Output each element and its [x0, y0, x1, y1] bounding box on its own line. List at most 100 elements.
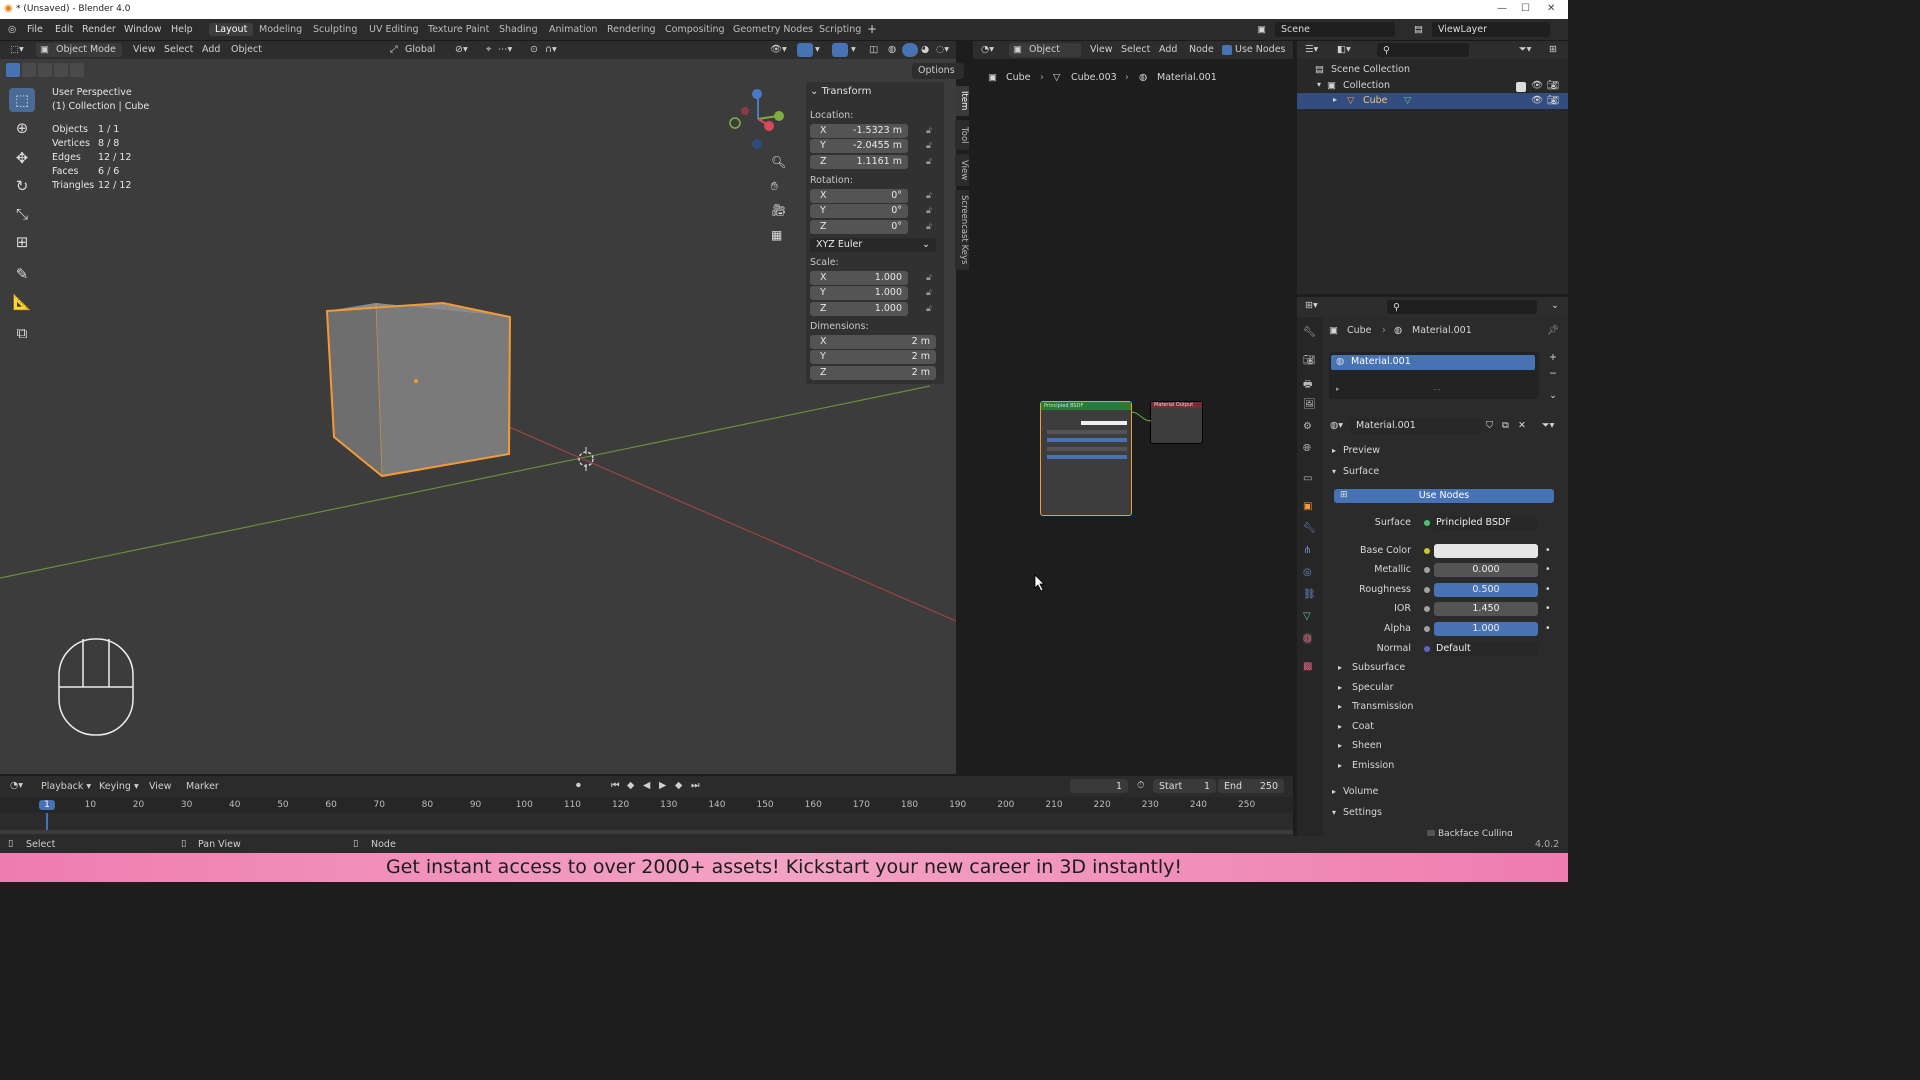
annotate-tool-icon[interactable]: ✎ — [9, 262, 35, 286]
constraints-tab-icon[interactable]: ⛓︎ — [1303, 589, 1316, 600]
subsection-sheen[interactable]: Sheen — [1352, 740, 1382, 751]
material-filter-icon[interactable]: ⏷▾ — [1542, 420, 1554, 431]
lock-icon[interactable]: 🔓︎ — [926, 206, 932, 216]
properties-type-icon[interactable]: ⊞▾ — [1305, 300, 1318, 311]
location-z-field[interactable]: Z 1.1161 m — [810, 155, 908, 169]
view-layer-icon[interactable]: ▤ — [1414, 24, 1423, 35]
viewport-menu-view[interactable]: View — [133, 44, 156, 55]
scale-x-field[interactable]: X 1.000 — [810, 271, 908, 285]
base-color-swatch[interactable] — [1434, 544, 1538, 558]
duplicate-material-icon[interactable]: ⧉ — [1502, 420, 1509, 431]
render-camera-icon[interactable]: 📷︎ — [1547, 80, 1559, 91]
pan-hand-icon[interactable]: ✋︎ — [771, 179, 778, 194]
material-output-node[interactable]: Material Output — [1150, 401, 1203, 444]
lock-icon[interactable]: 🔓︎ — [926, 191, 932, 201]
mesh-data-icon[interactable]: ▽ — [1404, 95, 1411, 106]
tab-texture-paint[interactable]: Texture Paint — [422, 23, 495, 36]
start-frame-field[interactable]: Start 1 — [1153, 779, 1216, 793]
minimize-icon[interactable]: — — [1497, 3, 1507, 14]
ior-field[interactable]: 1.450 — [1434, 602, 1538, 616]
tab-rendering[interactable]: Rendering — [601, 23, 662, 36]
object-tab-icon[interactable]: ▣ — [1303, 501, 1312, 512]
menu-help[interactable]: Help — [171, 24, 193, 35]
viewport-menu-object[interactable]: Object — [231, 44, 262, 55]
timeline-scrollbar[interactable] — [0, 830, 1293, 834]
node-editor[interactable] — [973, 41, 1293, 774]
dimensions-x-field[interactable]: X2 m — [810, 335, 936, 349]
list-expand-icon[interactable]: ▸ — [1336, 385, 1340, 393]
viewport-menu-add[interactable]: Add — [202, 44, 220, 55]
rendered-shading-icon[interactable]: ◌▾ — [936, 44, 949, 55]
browse-material-icon[interactable]: ◍▾ — [1330, 420, 1343, 431]
snap-icon[interactable]: ⌖ — [486, 44, 491, 55]
close-icon[interactable]: ✕ — [1547, 3, 1555, 14]
select-extend-icon[interactable] — [22, 63, 36, 77]
add-cube-tool-icon[interactable]: ⧉ — [9, 321, 35, 345]
particles-tab-icon[interactable]: ⋔ — [1303, 545, 1311, 556]
view-layer-field[interactable]: ViewLayer — [1432, 22, 1550, 37]
select-box-tool-icon[interactable]: ⬚ — [9, 88, 35, 112]
metallic-field[interactable]: 0.000 — [1434, 563, 1538, 577]
surface-section[interactable]: Surface — [1343, 466, 1379, 477]
lock-icon[interactable]: 🔓︎ — [926, 273, 932, 283]
menu-edit[interactable]: Edit — [55, 24, 73, 35]
orientation-label[interactable]: Global — [405, 44, 435, 55]
physics-tab-icon[interactable]: ◎ — [1303, 567, 1312, 578]
node-menu-node[interactable]: Node — [1189, 44, 1214, 55]
sidebar-tab-item[interactable]: Item — [955, 86, 969, 116]
tab-geometry-nodes[interactable]: Geometry Nodes — [727, 23, 819, 36]
modifier-tab-icon[interactable]: 🔧︎ — [1303, 523, 1316, 534]
dimensions-y-field[interactable]: Y2 m — [810, 350, 936, 364]
visibility-eye-icon[interactable]: 👁︎ — [1531, 80, 1543, 91]
fake-user-shield-icon[interactable]: ⛉ — [1486, 420, 1493, 431]
expand-icon[interactable]: ▸ — [1338, 702, 1342, 711]
display-mode-icon[interactable]: ◧▾ — [1337, 44, 1351, 55]
tab-sculpting[interactable]: Sculpting — [307, 23, 363, 36]
material-name-field[interactable]: Material.001 — [1350, 418, 1483, 434]
settings-section[interactable]: Settings — [1343, 807, 1382, 818]
use-nodes-checkbox[interactable] — [1222, 45, 1232, 55]
menu-window[interactable]: Window — [124, 24, 161, 35]
subsection-subsurface[interactable]: Subsurface — [1352, 662, 1405, 673]
scene-tab-icon[interactable]: ⚙︎ — [1303, 421, 1312, 432]
mode-dropdown[interactable]: ▣ Object Mode — [36, 43, 122, 57]
add-workspace-icon[interactable]: + — [867, 22, 877, 36]
normal-field[interactable]: Default — [1434, 642, 1538, 656]
lock-icon[interactable]: 🔓︎ — [926, 126, 932, 136]
overlay-toggle-icon[interactable] — [832, 43, 848, 57]
select-intersect-icon[interactable] — [70, 63, 84, 77]
rotate-tool-icon[interactable]: ↻ — [9, 174, 35, 198]
volume-section[interactable]: Volume — [1343, 786, 1378, 797]
collection-checkbox[interactable] — [1516, 82, 1526, 92]
play-reverse-icon[interactable]: ◀ — [643, 780, 650, 791]
tab-modeling[interactable]: Modeling — [253, 23, 308, 36]
orientation-icon[interactable]: ⤢ — [390, 44, 398, 55]
falloff-icon[interactable]: ∩▾ — [545, 44, 557, 55]
keyframe-dot-icon[interactable]: • — [1545, 564, 1551, 575]
material-slot-row[interactable]: ◍ Material.001 — [1331, 355, 1535, 370]
keyframe-dot-icon[interactable]: • — [1545, 584, 1551, 595]
expand-icon[interactable]: ▸ — [1338, 683, 1342, 692]
gizmo-dropdown-icon[interactable]: ▾ — [815, 44, 820, 55]
properties-options-icon[interactable]: ⌄ — [1551, 300, 1559, 311]
pin-icon[interactable]: 📌︎ — [1547, 325, 1559, 336]
visibility-eye-icon[interactable]: 👁︎ — [1531, 95, 1543, 106]
jump-start-icon[interactable]: ⏮ — [611, 780, 620, 791]
use-nodes-label[interactable]: Use Nodes — [1235, 44, 1286, 55]
list-resize-handle[interactable]: ⋯ — [1433, 385, 1441, 394]
output-tab-icon[interactable]: 🖶 — [1303, 377, 1312, 394]
sidebar-tab-view[interactable]: View — [955, 154, 969, 186]
tab-compositing[interactable]: Compositing — [659, 23, 731, 36]
timeline-menu-playback[interactable]: Playback ▾ — [41, 781, 91, 792]
node-menu-add[interactable]: Add — [1159, 44, 1177, 55]
editor-type-icon[interactable]: ⬚▾ — [10, 44, 24, 55]
texture-tab-icon[interactable]: ▩ — [1303, 661, 1312, 672]
breadcrumb-cube[interactable]: Cube — [1006, 72, 1031, 83]
collection-tab-icon[interactable]: ▭ — [1303, 473, 1312, 484]
tool-tab-icon[interactable]: 🔧︎ — [1303, 327, 1316, 338]
node-menu-select[interactable]: Select — [1121, 44, 1150, 55]
options-dropdown[interactable]: Options — [912, 63, 964, 79]
camera-icon[interactable]: 🎥︎ — [771, 203, 786, 217]
menu-render[interactable]: Render — [82, 24, 116, 35]
new-collection-icon[interactable]: ⊞ — [1549, 44, 1557, 55]
